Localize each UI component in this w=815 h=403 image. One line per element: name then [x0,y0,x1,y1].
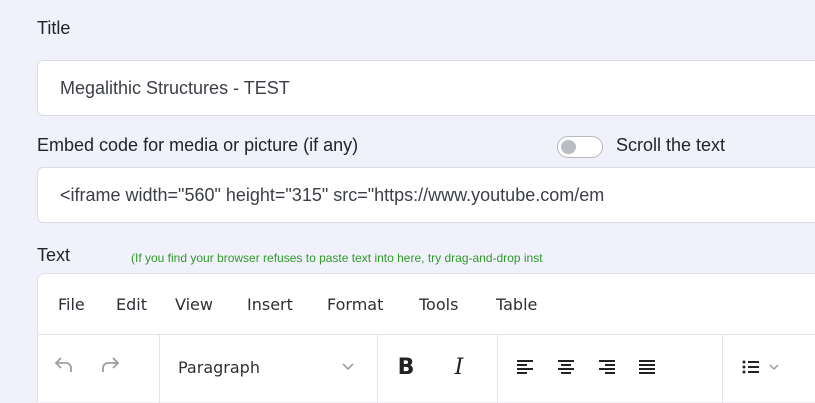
title-label: Title [37,18,71,38]
scroll-toggle[interactable] [557,136,603,158]
toggle-knob [561,140,576,154]
rich-text-editor: File Edit View Insert Format Tools Table… [37,273,815,403]
editor-toolbar: Paragraph B I [38,335,815,403]
menu-insert[interactable]: Insert [247,295,293,314]
title-input[interactable]: Megalithic Structures - TEST [37,60,815,116]
toolbar-separator [497,335,498,403]
paste-hint: (If you find your browser refuses to pas… [131,251,543,265]
menu-format[interactable]: Format [327,295,383,314]
italic-button[interactable]: I [446,353,472,381]
toolbar-separator [159,335,160,403]
menu-edit[interactable]: Edit [116,295,147,314]
toolbar-separator [377,335,378,403]
chevron-down-icon[interactable] [766,357,782,377]
embed-label: Embed code for media or picture (if any) [37,135,359,155]
menu-table[interactable]: Table [496,295,537,314]
scroll-label: Scroll the text [616,135,726,155]
menu-tools[interactable]: Tools [419,295,458,314]
bullet-list-icon[interactable] [738,353,764,381]
align-right-icon[interactable] [594,353,620,381]
align-center-icon[interactable] [553,353,579,381]
bold-button[interactable]: B [393,353,419,381]
redo-icon[interactable] [96,351,124,379]
align-justify-icon[interactable] [634,353,660,381]
block-format-select[interactable]: Paragraph [178,358,260,377]
embed-code-input[interactable]: <iframe width="560" height="315" src="ht… [37,167,815,223]
text-label: Text [37,245,71,265]
editor-menubar: File Edit View Insert Format Tools Table [38,274,815,335]
toolbar-separator [722,335,723,403]
chevron-down-icon[interactable] [338,355,358,379]
menu-file[interactable]: File [58,295,85,314]
menu-view[interactable]: View [175,295,213,314]
align-left-icon[interactable] [512,353,538,381]
undo-icon[interactable] [50,351,78,379]
